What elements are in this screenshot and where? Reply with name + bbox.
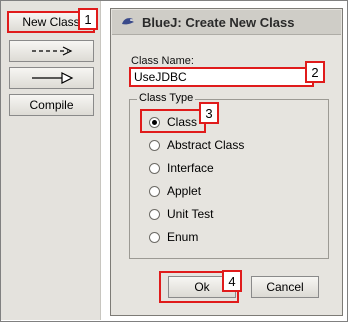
radio-label: Class [167, 115, 198, 129]
radio-button[interactable] [149, 139, 160, 151]
dialog-titlebar[interactable]: BlueJ: Create New Class [112, 10, 341, 35]
class-name-label: Class Name: [131, 55, 194, 67]
hollow-arrow-icon [31, 72, 73, 84]
bluej-logo-icon [122, 18, 134, 25]
radio-unit-test[interactable]: Unit Test [149, 207, 213, 221]
radio-enum[interactable]: Enum [149, 230, 198, 244]
cancel-button[interactable]: Cancel [251, 276, 319, 298]
class-name-input[interactable] [129, 67, 314, 87]
callout-3: 3 [199, 102, 219, 124]
inheritance-arrow-button[interactable] [9, 67, 94, 89]
uses-arrow-button[interactable] [9, 40, 94, 62]
callout-1: 1 [78, 8, 98, 30]
radio-applet[interactable]: Applet [149, 184, 201, 198]
radio-label: Interface [167, 161, 214, 175]
radio-label: Abstract Class [167, 138, 245, 152]
callout-4: 4 [222, 270, 242, 292]
radio-class[interactable]: Class [149, 115, 197, 129]
dashed-arrow-icon [31, 46, 72, 56]
radio-label: Enum [167, 230, 199, 244]
class-type-label: Class Type [137, 92, 196, 104]
radio-label: Unit Test [167, 207, 214, 221]
callout-2: 2 [305, 61, 325, 83]
radio-button[interactable] [149, 185, 160, 197]
radio-button[interactable] [149, 231, 160, 243]
radio-interface[interactable]: Interface [149, 161, 214, 175]
compile-button[interactable]: Compile [9, 94, 94, 116]
radio-abstract-class[interactable]: Abstract Class [149, 138, 244, 152]
bluej-toolbar: New Class Compile [1, 1, 101, 320]
dialog-title: BlueJ: Create New Class [142, 14, 295, 30]
radio-button-selected[interactable] [149, 116, 160, 128]
radio-button[interactable] [149, 162, 160, 174]
radio-label: Applet [167, 184, 202, 198]
radio-button[interactable] [149, 208, 160, 220]
